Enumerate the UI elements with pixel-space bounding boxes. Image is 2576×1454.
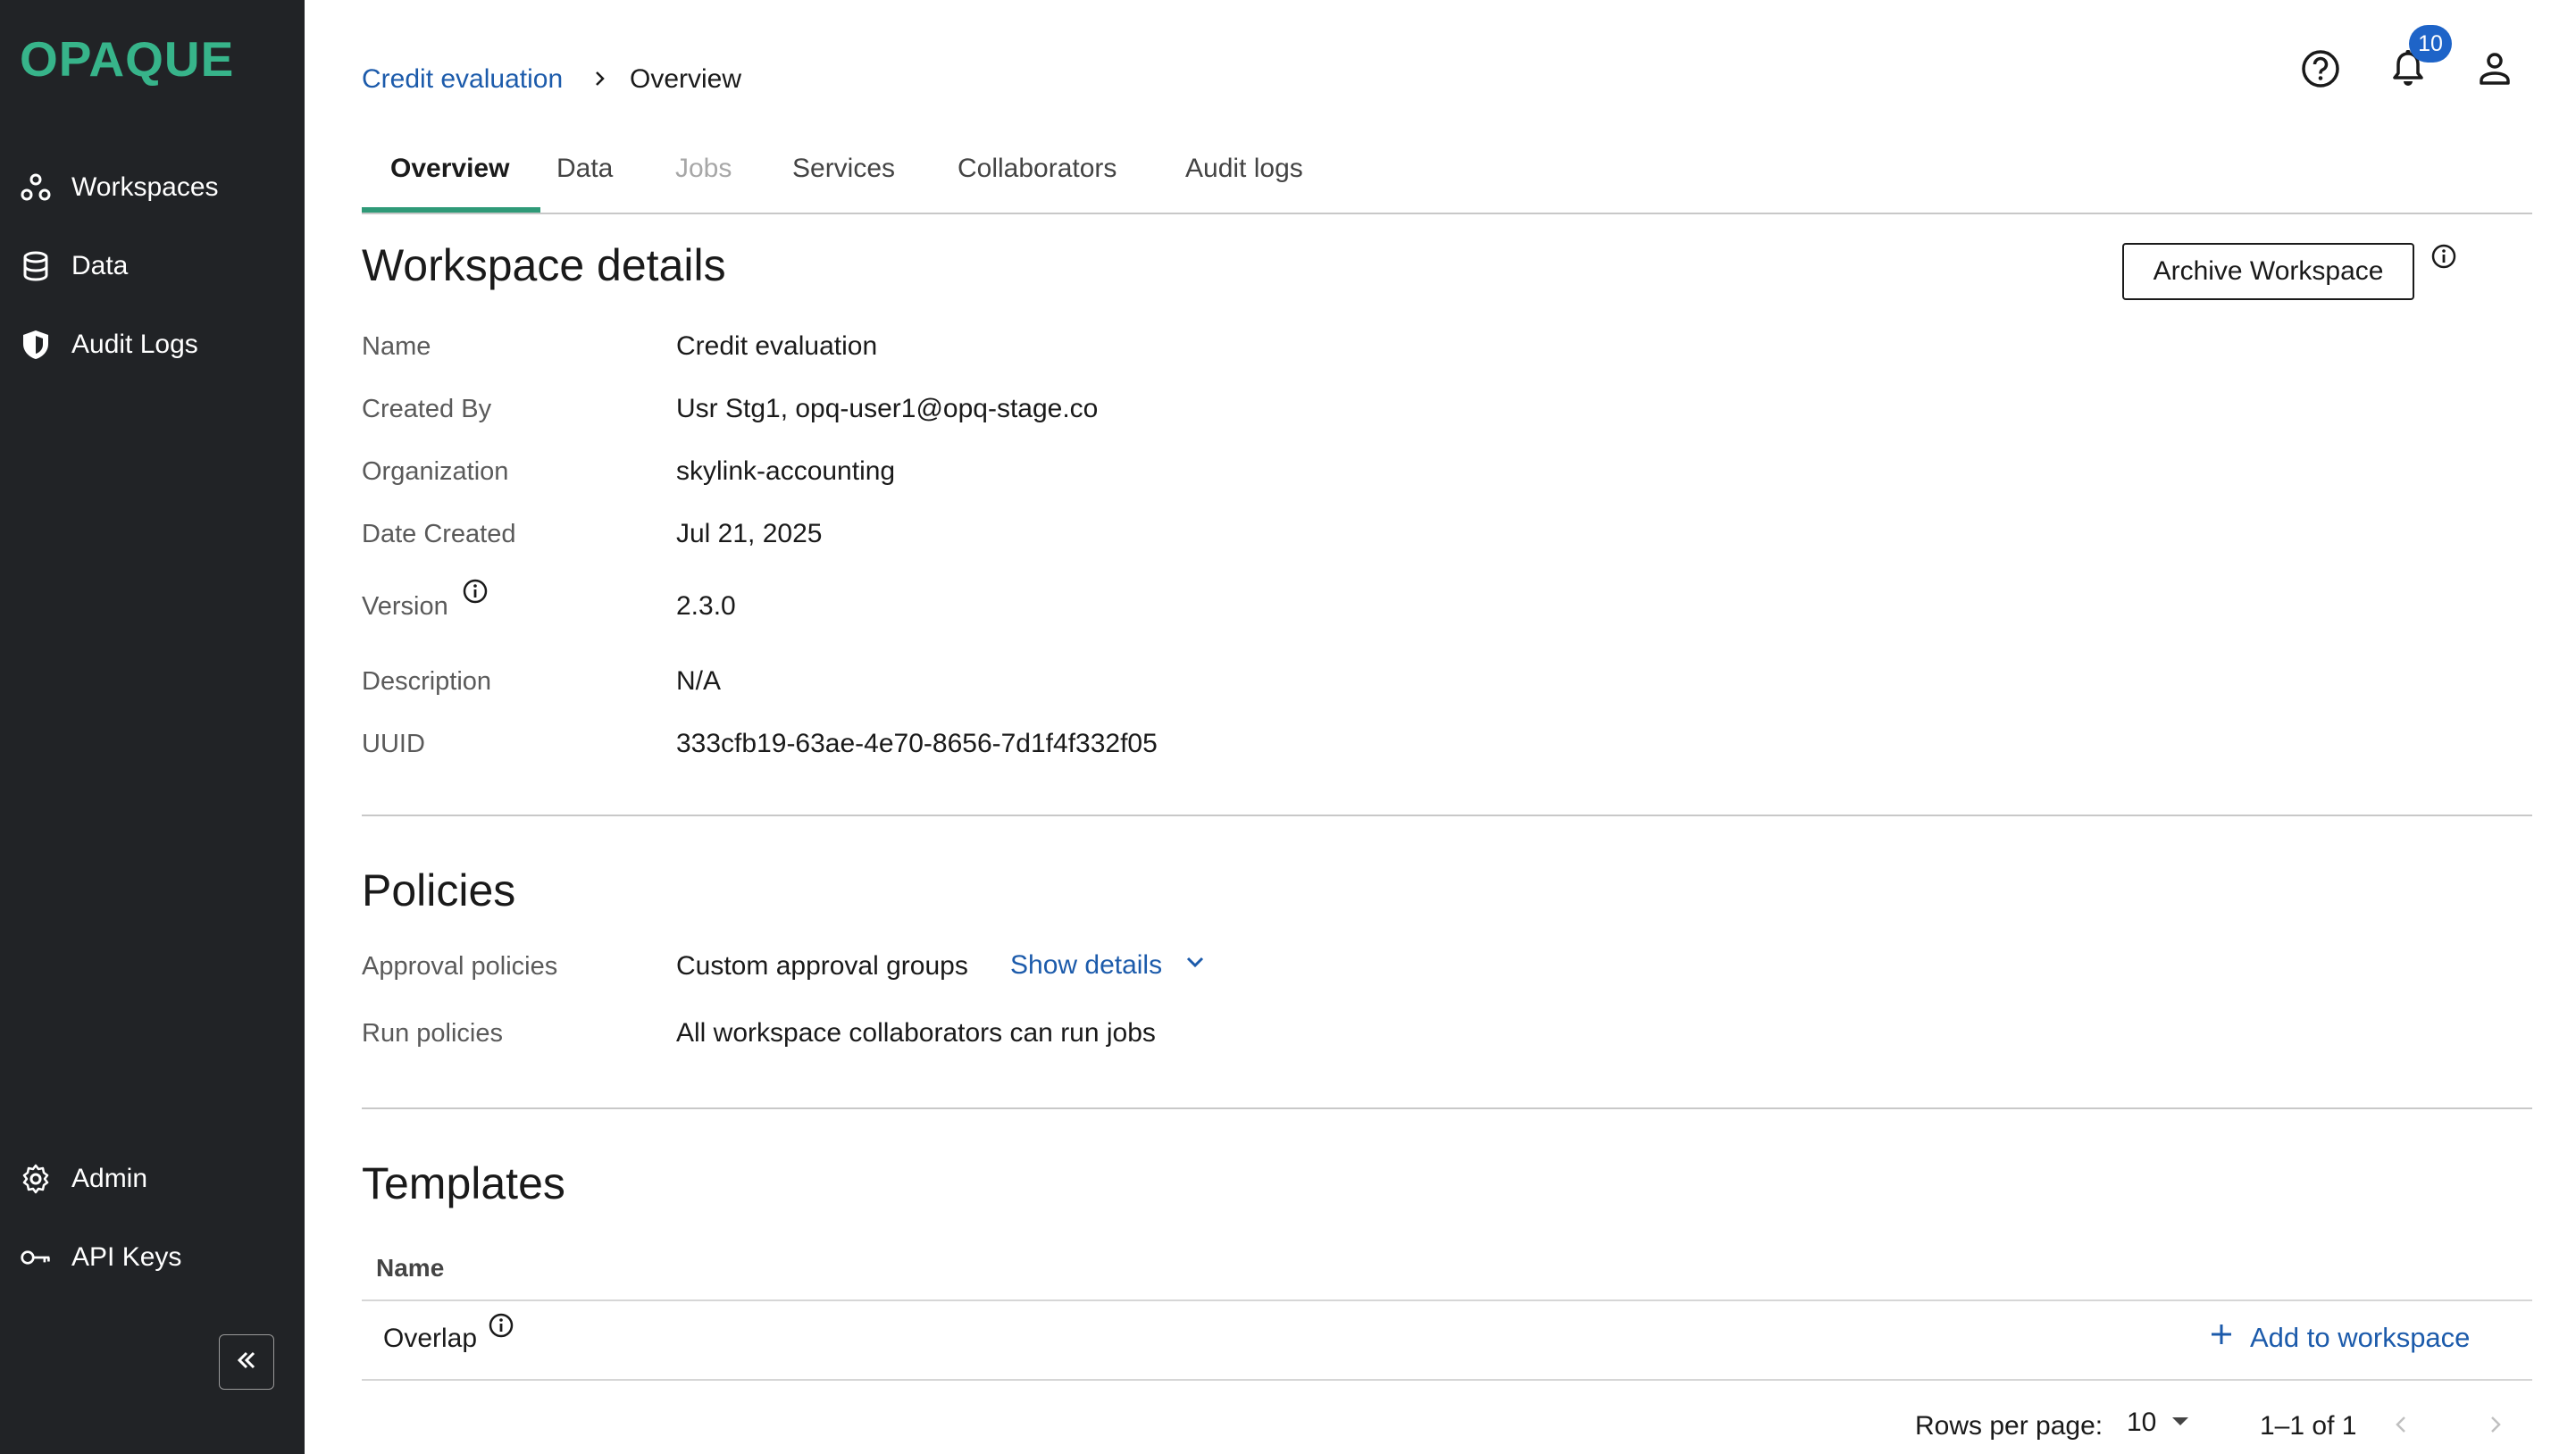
notification-count-badge: 10: [2409, 25, 2452, 63]
info-icon[interactable]: [2430, 243, 2457, 270]
workspace-details-title: Workspace details: [362, 240, 726, 290]
tab-jobs: Jobs: [675, 154, 732, 183]
policy-label-approval: Approval policies: [362, 952, 558, 981]
sidebar-item-audit-logs[interactable]: Audit Logs: [0, 313, 305, 376]
tab-overview[interactable]: Overview: [390, 154, 509, 184]
gear-icon: [20, 1163, 52, 1195]
detail-label-created-by: Created By: [362, 395, 492, 423]
sidebar-item-label: Workspaces: [71, 172, 219, 202]
plus-icon: [2209, 1322, 2250, 1354]
detail-label-uuid: UUID: [362, 730, 425, 758]
chevron-down-icon: [1162, 950, 1207, 981]
tabs-divider: [362, 213, 2532, 214]
shield-icon: [20, 329, 52, 361]
table-row-divider: [362, 1379, 2532, 1381]
show-details-toggle[interactable]: Show details: [1010, 950, 1207, 981]
detail-value-organization: skylink-accounting: [676, 456, 896, 486]
table-header-divider: [362, 1299, 2532, 1301]
help-icon: [2301, 49, 2340, 93]
caret-down-icon: [2170, 1415, 2190, 1432]
rows-per-page-select[interactable]: 10: [2127, 1408, 2190, 1438]
workspaces-icon: [20, 171, 52, 204]
detail-label-name: Name: [362, 332, 431, 361]
sidebar-item-admin[interactable]: Admin: [0, 1148, 305, 1210]
detail-value-description: N/A: [676, 666, 722, 696]
collapse-sidebar-button[interactable]: [219, 1334, 274, 1390]
policies-title: Policies: [362, 865, 516, 915]
column-header-name: Name: [376, 1254, 445, 1282]
main-content: Credit evaluation Overview 10 Overview D…: [305, 0, 2576, 1454]
info-icon[interactable]: [488, 1312, 514, 1339]
detail-label-date-created: Date Created: [362, 520, 516, 548]
chevron-right-icon: [589, 68, 610, 89]
policy-value-run: All workspace collaborators can run jobs: [676, 1018, 1156, 1048]
rows-per-page-value: 10: [2127, 1408, 2157, 1437]
tab-collaborators[interactable]: Collaborators: [958, 154, 1117, 184]
breadcrumb-current: Overview: [630, 64, 742, 94]
sidebar-item-api-keys[interactable]: API Keys: [0, 1226, 305, 1289]
add-to-workspace-label: Add to workspace: [2250, 1322, 2471, 1353]
section-divider: [362, 1107, 2532, 1109]
detail-label-description: Description: [362, 667, 492, 696]
sidebar-item-label: API Keys: [71, 1242, 182, 1272]
help-button[interactable]: [2298, 48, 2343, 93]
detail-value-name: Credit evaluation: [676, 331, 878, 361]
previous-page-button[interactable]: [2392, 1413, 2412, 1441]
tab-services[interactable]: Services: [792, 154, 895, 184]
sidebar: OPAQUE Workspaces Data Audit Logs Admin …: [0, 0, 305, 1454]
templates-title: Templates: [362, 1158, 565, 1208]
archive-workspace-button[interactable]: Archive Workspace: [2122, 243, 2414, 300]
policy-label-run: Run policies: [362, 1019, 503, 1048]
show-details-label: Show details: [1010, 950, 1163, 980]
active-tab-indicator: [362, 207, 540, 213]
user-icon: [2477, 49, 2513, 93]
section-divider: [362, 815, 2532, 816]
sidebar-item-data[interactable]: Data: [0, 235, 305, 297]
detail-label-version: Version: [362, 592, 448, 621]
tab-bar: Overview Data Jobs Services Collaborator…: [362, 134, 2532, 214]
tab-audit-logs[interactable]: Audit logs: [1185, 154, 1303, 184]
next-page-button[interactable]: [2485, 1413, 2505, 1441]
double-chevron-left-icon: [234, 1348, 259, 1377]
info-icon[interactable]: [462, 578, 489, 605]
breadcrumb-parent-link[interactable]: Credit evaluation: [362, 64, 563, 95]
add-to-workspace-button[interactable]: Add to workspace: [2209, 1322, 2470, 1354]
tab-data[interactable]: Data: [556, 154, 613, 184]
sidebar-item-label: Admin: [71, 1164, 148, 1193]
detail-value-version: 2.3.0: [676, 591, 736, 621]
detail-label-organization: Organization: [362, 457, 509, 486]
sidebar-item-workspaces[interactable]: Workspaces: [0, 156, 305, 219]
detail-value-uuid: 333cfb19-63ae-4e70-8656-7d1f4f332f05: [676, 729, 1158, 758]
policy-value-approval: Custom approval groups: [676, 951, 968, 981]
user-menu-button[interactable]: [2472, 48, 2517, 93]
detail-value-created-by: Usr Stg1, opq-user1@opq-stage.co: [676, 394, 1099, 423]
sidebar-item-label: Data: [71, 251, 129, 280]
database-icon: [20, 250, 52, 282]
detail-value-date-created: Jul 21, 2025: [676, 519, 823, 548]
key-icon: [20, 1241, 52, 1274]
template-name: Overlap: [383, 1324, 478, 1353]
rows-per-page-label: Rows per page:: [1915, 1411, 2103, 1441]
pagination-range: 1–1 of 1: [2260, 1411, 2357, 1441]
opaque-logo: OPAQUE: [20, 31, 235, 87]
sidebar-item-label: Audit Logs: [71, 330, 198, 359]
